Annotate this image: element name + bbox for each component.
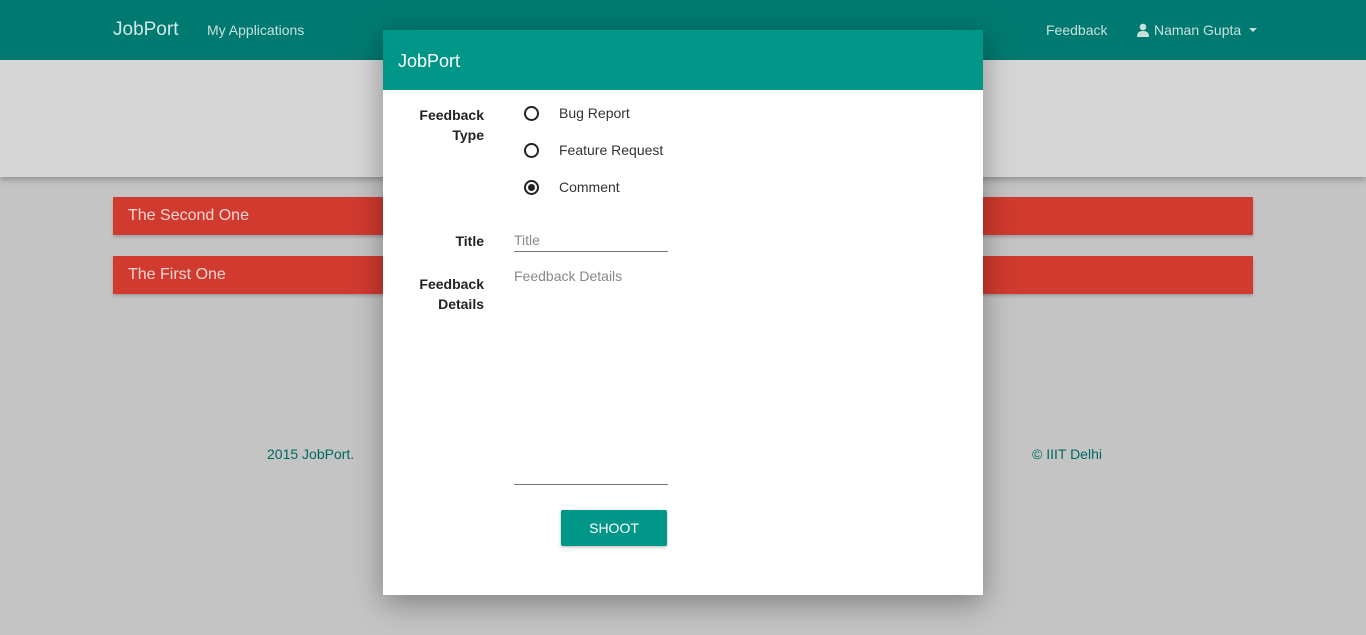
radio-button[interactable]: [524, 105, 539, 121]
radio-label: Comment: [559, 179, 620, 195]
feedback-link[interactable]: Feedback: [1046, 22, 1107, 38]
shoot-button[interactable]: SHOOT: [561, 510, 667, 546]
radio-label: Bug Report: [559, 105, 630, 121]
feedback-details-label: Feedback Details: [419, 276, 484, 312]
user-menu[interactable]: Naman Gupta: [1136, 22, 1258, 38]
user-name: Naman Gupta: [1154, 22, 1242, 38]
modal-header: JobPort: [383, 30, 983, 90]
footer-copyright: 2015 JobPort.: [267, 446, 355, 462]
radio-label: Feature Request: [559, 142, 664, 158]
caret-down-icon: [1249, 28, 1258, 32]
my-applications-link[interactable]: My Applications: [207, 22, 304, 38]
title-input[interactable]: [514, 229, 668, 252]
feedback-details-input[interactable]: [514, 268, 668, 485]
radio-comment[interactable]: Comment: [524, 179, 620, 195]
radio-button[interactable]: [524, 142, 539, 158]
title-label: Title: [455, 233, 484, 249]
feedback-type-label: Feedback Type: [419, 107, 484, 143]
user-icon: [1137, 23, 1149, 37]
radio-bug-report[interactable]: Bug Report: [524, 105, 630, 121]
footer-institution: © IIIT Delhi: [1032, 446, 1102, 462]
modal-title: JobPort: [398, 51, 461, 71]
feedback-modal: JobPort Feedback Type Bug Report Feature…: [383, 30, 983, 595]
brand-link[interactable]: JobPort: [113, 19, 178, 41]
radio-feature-request[interactable]: Feature Request: [524, 142, 663, 158]
radio-button-checked[interactable]: [524, 179, 539, 195]
